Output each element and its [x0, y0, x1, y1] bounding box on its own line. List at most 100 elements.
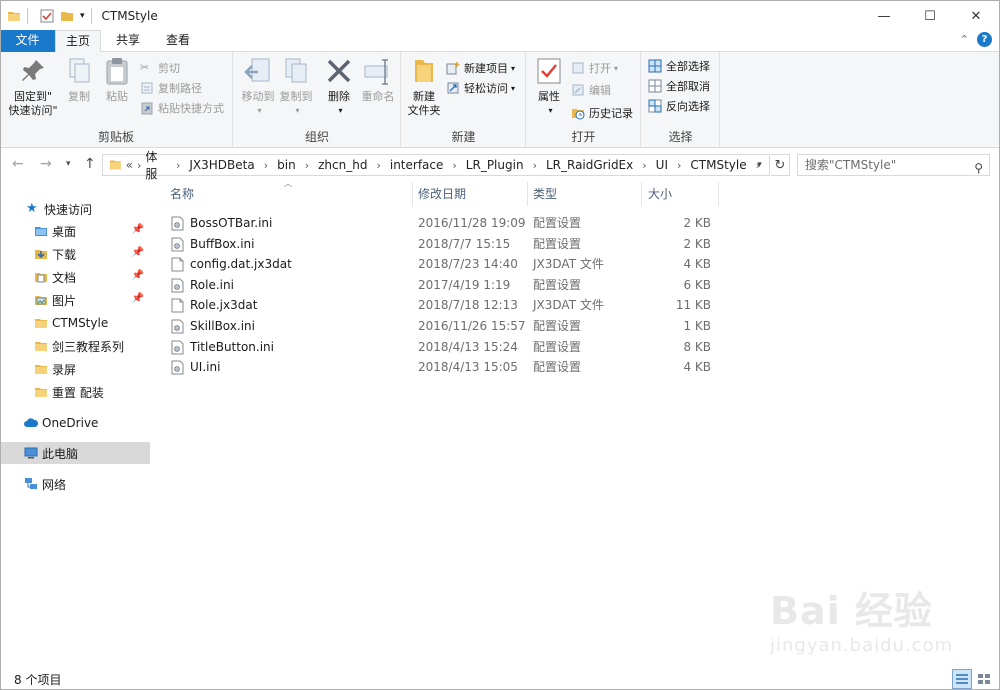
new-folder-button[interactable]: 新建 文件夹	[404, 56, 444, 118]
breadcrumb-item[interactable]: interface	[390, 158, 444, 172]
breadcrumb-item[interactable]: bin	[277, 158, 296, 172]
column-header-type[interactable]: 类型	[527, 182, 641, 206]
up-arrow-icon[interactable]: ↑	[84, 156, 96, 172]
nav-quick-access[interactable]: ★ 快速访问	[0, 198, 150, 220]
copy-path-icon	[141, 82, 153, 94]
file-row[interactable]: BuffBox.ini 2018/7/7 15:15 配置设置 2 KB	[150, 234, 1000, 255]
chevron-right-icon[interactable]: ›	[677, 159, 681, 172]
properties-button[interactable]: 属性 ▾	[531, 56, 567, 118]
invert-selection-button[interactable]: 反向选择	[648, 96, 710, 116]
file-row[interactable]: Role.ini 2017/4/19 1:19 配置设置 6 KB	[150, 275, 1000, 296]
properties-quick-icon[interactable]	[40, 9, 54, 23]
minimize-button[interactable]: —	[861, 1, 907, 31]
recent-locations-icon[interactable]: ▾	[66, 159, 71, 169]
file-row[interactable]: Role.jx3dat 2018/7/18 12:13 JX3DAT 文件 11 KB	[150, 295, 1000, 316]
file-type: 配置设置	[533, 319, 582, 333]
copy-path-button[interactable]: 复制路径	[140, 78, 202, 98]
file-size: 2 KB	[683, 216, 711, 230]
nav-label: 文档	[52, 270, 77, 285]
invert-selection-icon	[648, 99, 662, 113]
help-icon[interactable]: ?	[977, 32, 992, 47]
pin-icon[interactable]: 📌	[132, 293, 144, 304]
collapse-ribbon-icon[interactable]: ⌃	[960, 33, 969, 46]
breadcrumb-item[interactable]: CTMStyle	[690, 158, 746, 172]
nav-onedrive[interactable]: OneDrive	[0, 412, 150, 434]
search-icon[interactable]: ⚲	[974, 158, 983, 178]
details-view-icon[interactable]	[952, 669, 972, 689]
chevron-right-icon[interactable]: ›	[452, 159, 456, 172]
move-to-button[interactable]: 移动到 ▾	[238, 56, 278, 118]
chevron-right-icon[interactable]: ›	[376, 159, 380, 172]
dropdown-caret-icon: ▾	[511, 83, 516, 93]
folder-icon	[8, 11, 20, 21]
pin-icon[interactable]: 📌	[132, 224, 144, 235]
maximize-button[interactable]: ☐	[907, 1, 953, 31]
column-header-date[interactable]: 修改日期	[412, 182, 527, 206]
nav-record[interactable]: 录屏	[0, 358, 150, 380]
file-row[interactable]: BossOTBar.ini 2016/11/28 19:09 配置设置 2 KB	[150, 213, 1000, 234]
back-arrow-icon[interactable]: ←	[12, 156, 24, 172]
paste-button[interactable]: 粘贴	[100, 56, 134, 104]
close-button[interactable]: ✕	[953, 1, 999, 31]
nav-jian3[interactable]: 剑三教程系列	[0, 335, 150, 357]
chevron-right-icon[interactable]: ›	[533, 159, 537, 172]
select-all-button[interactable]: 全部选择	[648, 56, 710, 76]
column-divider[interactable]	[718, 182, 719, 206]
address-dropdown-icon[interactable]: ▾	[749, 155, 769, 175]
nav-ctmstyle[interactable]: CTMStyle	[0, 312, 150, 334]
rename-button[interactable]: 重命名	[358, 56, 398, 104]
nav-downloads[interactable]: 下载 📌	[0, 243, 150, 265]
chevron-right-icon[interactable]: ›	[176, 159, 180, 172]
quick-access-dropdown-icon[interactable]: ▾	[80, 11, 85, 21]
tab-file[interactable]: 文件	[0, 30, 55, 52]
chevron-right-icon[interactable]: ›	[642, 159, 646, 172]
tab-home[interactable]: 主页	[55, 30, 101, 53]
breadcrumb-item[interactable]: LR_Plugin	[466, 158, 524, 172]
breadcrumb-item[interactable]: JX3HDBeta	[189, 158, 254, 172]
nav-this-pc[interactable]: 此电脑	[0, 442, 150, 464]
edit-button[interactable]: 编辑	[571, 80, 611, 100]
file-row[interactable]: UI.ini 2018/4/13 15:05 配置设置 4 KB	[150, 357, 1000, 378]
nav-label: 此电脑	[42, 446, 79, 461]
search-input[interactable]: 搜索"CTMStyle" ⚲	[797, 154, 990, 176]
paste-shortcut-button[interactable]: 粘贴快捷方式	[140, 98, 224, 118]
nav-network[interactable]: 网络	[0, 473, 150, 495]
tab-view[interactable]: 查看	[157, 30, 199, 52]
cut-button[interactable]: ✂ 剪切	[140, 58, 180, 78]
column-header-name[interactable]: 名称	[150, 182, 412, 206]
forward-arrow-icon[interactable]: →	[40, 156, 52, 172]
large-icons-view-icon[interactable]	[974, 669, 994, 689]
file-row[interactable]: TitleButton.ini 2018/4/13 15:24 配置设置 8 KB	[150, 337, 1000, 358]
delete-button[interactable]: 删除 ▾	[322, 56, 356, 118]
blank-file-icon	[171, 298, 184, 313]
column-header-size[interactable]: 大小	[641, 182, 718, 206]
new-item-button[interactable]: 新建项目 ▾	[446, 58, 515, 78]
breadcrumb-item[interactable]: LR_RaidGridEx	[546, 158, 633, 172]
new-folder-quick-icon[interactable]	[60, 9, 74, 23]
pin-to-quick-access-button[interactable]: 固定到" 快速访问"	[6, 56, 60, 118]
copy-to-icon	[285, 58, 307, 83]
pin-icon[interactable]: 📌	[132, 270, 144, 281]
breadcrumb-item[interactable]: UI	[656, 158, 668, 172]
select-none-button[interactable]: 全部取消	[648, 76, 710, 96]
history-button[interactable]: 历史记录	[571, 103, 633, 123]
breadcrumb-overflow[interactable]: «	[126, 158, 133, 172]
nav-reset[interactable]: 重置 配装	[0, 381, 150, 403]
address-bar[interactable]: « › 体服 › JX3HDBeta › bin › zhcn_hd › int…	[102, 150, 770, 181]
chevron-right-icon[interactable]: ›	[305, 159, 309, 172]
open-button[interactable]: 打开 ▾	[571, 58, 618, 78]
breadcrumb-item[interactable]: zhcn_hd	[318, 158, 367, 172]
pin-icon[interactable]: 📌	[132, 247, 144, 258]
copy-to-button[interactable]: 复制到 ▾	[276, 56, 316, 118]
breadcrumb-item[interactable]: 体服	[145, 148, 167, 182]
nav-desktop[interactable]: 桌面 📌	[0, 220, 150, 242]
chevron-right-icon[interactable]: ›	[264, 159, 268, 172]
copy-button[interactable]: 复制	[62, 56, 96, 104]
file-row[interactable]: config.dat.jx3dat 2018/7/23 14:40 JX3DAT 文…	[150, 254, 1000, 275]
tab-share[interactable]: 共享	[107, 30, 149, 52]
nav-pictures[interactable]: 图片 📌	[0, 289, 150, 311]
file-row[interactable]: SkillBox.ini 2016/11/26 15:57 配置设置 1 KB	[150, 316, 1000, 337]
nav-documents[interactable]: 文档 📌	[0, 266, 150, 288]
refresh-icon[interactable]: ↻	[771, 154, 790, 176]
easy-access-button[interactable]: 轻松访问 ▾	[446, 78, 515, 98]
